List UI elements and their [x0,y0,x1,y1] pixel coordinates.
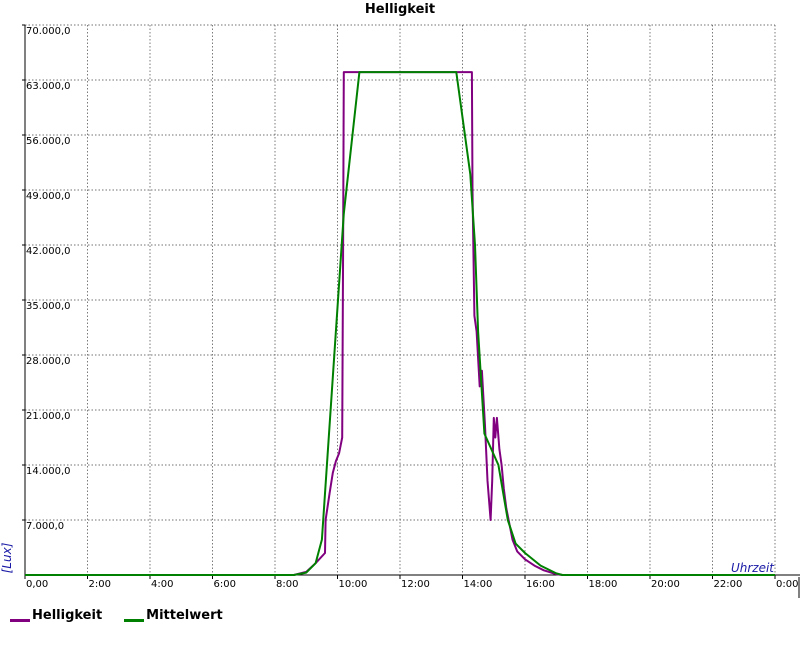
chart: Helligkeit Uhrzeit [Lux] 0,00 2:00 4:00 6:0… [0,2,800,598]
y-tick-label: 28.000,0 [26,356,71,367]
legend-label-helligkeit: Helligkeit [32,608,103,623]
x-tick-label: 10:00 [339,579,368,590]
y-tick-label: 7.000,0 [26,521,64,532]
y-tick-label: 42.000,0 [26,246,71,257]
y-tick-label: 70.000,0 [26,26,71,37]
x-tick-label: 0,00 [26,579,48,590]
y-tick-label: 49.000,0 [26,191,71,202]
x-tick-label: 6:00 [214,579,236,590]
chart-title: Helligkeit [365,2,435,17]
axes [22,24,800,598]
tick-labels: 0,00 2:00 4:00 6:00 8:00 10:00 12:00 14:00 16:00… [26,26,798,590]
y-axis-label: [Lux] [0,542,14,573]
legend: Helligkeit Mittelwert [10,608,223,623]
y-tick-label: 14.000,0 [26,466,71,477]
x-tick-label: 16:00 [526,579,555,590]
x-tick-label: 14:00 [464,579,493,590]
legend-item-mittelwert: Mittelwert [124,608,223,623]
x-tick-label: 2:00 [89,579,111,590]
legend-swatch-helligkeit [10,618,30,622]
x-tick-label: 22:00 [714,579,743,590]
legend-label-mittelwert: Mittelwert [146,608,223,623]
series-line-helligkeit [25,71,774,576]
grid [25,24,776,575]
legend-swatch-mittelwert [124,618,145,622]
y-tick-label: 63.000,0 [26,81,71,92]
x-tick-label: 20:00 [651,579,680,590]
x-tick-label: 18:00 [589,579,618,590]
y-tick-label: 21.000,0 [26,411,71,422]
y-tick-label: 56.000,0 [26,136,71,147]
x-tick-label: 0:00 [776,579,798,590]
x-tick-label: 4:00 [151,579,173,590]
x-tick-label: 12:00 [401,579,430,590]
y-tick-label: 35.000,0 [26,301,71,312]
x-axis-label: Uhrzeit [731,561,775,575]
x-tick-label: 8:00 [276,579,298,590]
legend-item-helligkeit: Helligkeit [10,608,102,623]
